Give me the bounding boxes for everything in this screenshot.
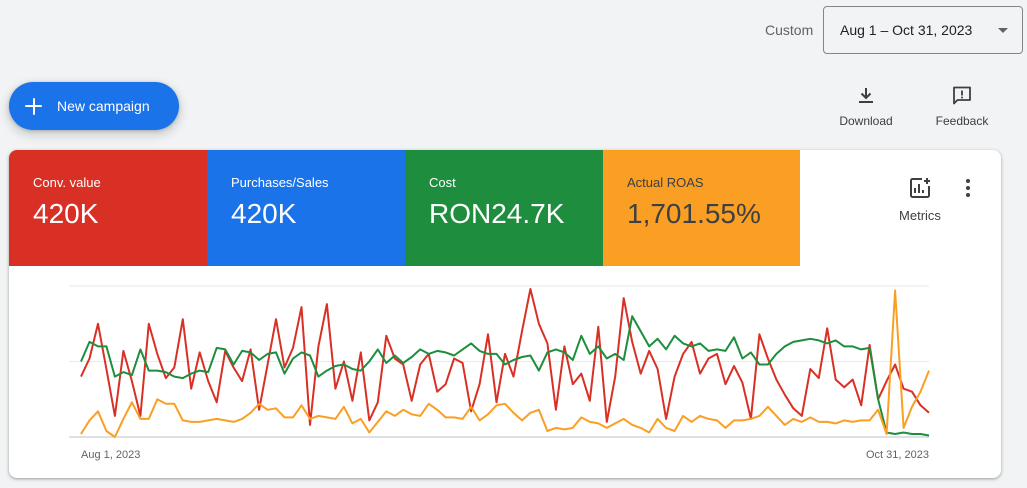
scorecard-value: 1,701.55% — [627, 198, 761, 229]
performance-line-chart: Aug 1, 2023 Oct 31, 2023 — [69, 285, 930, 461]
scorecard-label: Purchases/Sales — [231, 175, 329, 190]
scorecard-purchases-sales[interactable]: Purchases/Sales 420K — [207, 150, 405, 266]
add-chart-icon — [910, 178, 930, 198]
scorecard-label: Cost — [429, 175, 456, 190]
date-range-value: Aug 1 – Oct 31, 2023 — [840, 22, 973, 38]
more-vert-icon[interactable] — [958, 176, 978, 200]
new-campaign-label: New campaign — [57, 98, 150, 114]
scorecard-value: 420K — [231, 198, 297, 229]
series-line-1 — [80, 315, 930, 437]
x-axis-end-label: Oct 31, 2023 — [866, 449, 929, 461]
date-range-select[interactable]: Aug 1 – Oct 31, 2023 — [823, 6, 1023, 54]
scorecard-conv-value[interactable]: Conv. value 420K — [9, 150, 207, 266]
download-button[interactable]: Download — [836, 84, 896, 128]
download-icon — [859, 88, 873, 103]
feedback-icon — [953, 86, 971, 105]
scorecard-value: 420K — [33, 198, 99, 229]
metrics-label: Metrics — [899, 208, 941, 223]
performance-card: Conv. value 420K Purchases/Sales 420K Co… — [9, 150, 1001, 478]
scorecard-actual-roas[interactable]: Actual ROAS 1,701.55% — [603, 150, 800, 266]
feedback-button[interactable]: Feedback — [931, 84, 993, 128]
chart-series — [80, 288, 930, 438]
scorecard-label: Actual ROAS — [627, 175, 704, 190]
metrics-button[interactable]: Metrics — [894, 176, 946, 223]
feedback-label: Feedback — [935, 114, 989, 128]
scorecard-value: RON24.7K — [429, 198, 565, 229]
download-label: Download — [839, 114, 893, 128]
new-campaign-button[interactable]: New campaign — [9, 82, 179, 130]
dropdown-arrow-icon — [998, 28, 1008, 33]
plus-icon — [9, 82, 57, 130]
x-axis-start-label: Aug 1, 2023 — [81, 449, 140, 461]
scorecard-label: Conv. value — [33, 175, 101, 190]
date-range-label: Custom — [765, 22, 814, 38]
scorecard-cost[interactable]: Cost RON24.7K — [405, 150, 603, 266]
